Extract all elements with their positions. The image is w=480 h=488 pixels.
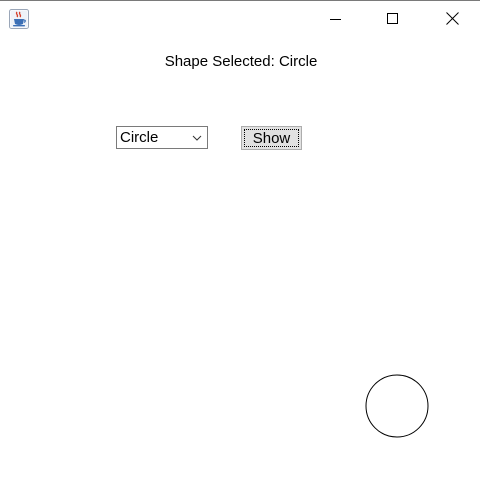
title-bar[interactable] (0, 1, 480, 36)
maximize-icon (387, 12, 398, 24)
minimize-icon (330, 18, 341, 20)
close-button[interactable] (429, 1, 475, 36)
app-window: Shape Selected: Circle Circle Show (0, 0, 480, 488)
close-icon (445, 12, 459, 25)
java-coffee-cup-icon[interactable] (9, 9, 29, 29)
maximize-button[interactable] (370, 1, 416, 36)
drawn-circle (365, 374, 429, 438)
drawing-canvas (365, 374, 429, 438)
minimize-button[interactable] (313, 1, 359, 36)
